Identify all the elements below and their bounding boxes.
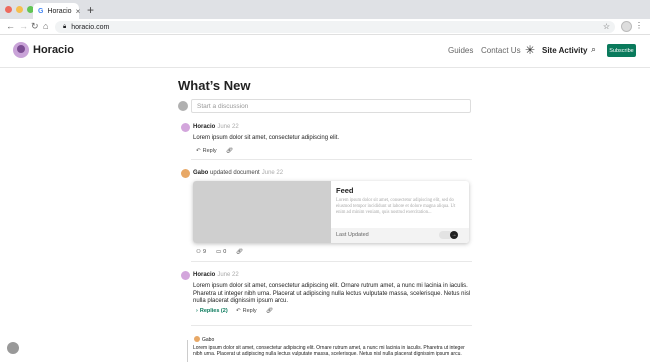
- close-window-button[interactable]: [5, 6, 12, 13]
- chevron-right-icon: ›: [196, 308, 198, 314]
- minimize-window-button[interactable]: [16, 6, 23, 13]
- card-footer: Last Updated →: [331, 228, 469, 243]
- subscribe-button[interactable]: Subscribe: [607, 44, 636, 57]
- page-title: What’s New: [178, 78, 251, 93]
- brand-avatar[interactable]: [13, 42, 29, 58]
- reactions-button[interactable]: ⚇ 9: [196, 249, 206, 255]
- start-discussion-input[interactable]: Start a discussion: [191, 99, 471, 113]
- site-activity-link[interactable]: Site Activity: [542, 46, 588, 55]
- divider: [191, 261, 472, 262]
- divider: [191, 159, 472, 160]
- site-header: Horacio Guides Contact Us ✳ Site Activit…: [0, 35, 650, 68]
- link-icon[interactable]: 🔗︎: [266, 308, 273, 314]
- avatar: [194, 336, 200, 342]
- card-title: Feed: [336, 186, 354, 195]
- avatar: [181, 169, 190, 178]
- reactions-icon: ⚇: [196, 249, 201, 255]
- browser-tab[interactable]: G Horacio ×: [33, 3, 81, 19]
- lock-icon: 🔒︎: [63, 23, 67, 30]
- browser-tab-bar: G Horacio × +: [0, 0, 650, 19]
- post-date: June 22: [217, 124, 239, 130]
- close-tab-icon[interactable]: ×: [76, 7, 81, 16]
- link-icon[interactable]: 🔗︎: [226, 148, 233, 154]
- browser-profile-icon[interactable]: [621, 21, 632, 32]
- reply-icon: ↶: [196, 148, 201, 154]
- browser-menu-icon[interactable]: ⋮: [635, 21, 643, 30]
- link-icon[interactable]: 🔗︎: [236, 249, 243, 255]
- post-date: June 22: [261, 170, 284, 176]
- reply-author[interactable]: Gabo: [202, 337, 214, 343]
- nav-contact-us[interactable]: Contact Us: [481, 46, 521, 55]
- post-author[interactable]: Gabo updated document June 22: [193, 170, 283, 176]
- card-description: Lorem ipsum dolor sit amet, consectetur …: [336, 198, 456, 215]
- reload-icon[interactable]: ↻: [31, 21, 39, 32]
- site-activity-icon[interactable]: ✳: [525, 43, 535, 57]
- address-bar-row: ← → ↻ ⌂ 🔒︎ horacio.com ☆ ⋮: [0, 19, 650, 35]
- post-body: Lorem ipsum dolor sit amet, consectetur …: [193, 135, 340, 141]
- thread-line: [187, 340, 188, 362]
- window-controls: [5, 6, 34, 13]
- post-author[interactable]: Horacio June 22: [193, 272, 239, 278]
- forward-icon[interactable]: →: [19, 21, 28, 31]
- reply-button[interactable]: ↶ Reply: [196, 148, 217, 154]
- nav-guides[interactable]: Guides: [448, 46, 473, 55]
- comments-button[interactable]: ▭ 0: [216, 249, 226, 255]
- tab-favicon-icon: G: [38, 7, 44, 15]
- document-thumbnail: [193, 181, 331, 243]
- post-action: updated document: [210, 170, 260, 176]
- divider: [191, 325, 472, 326]
- document-card[interactable]: Feed Lorem ipsum dolor sit amet, consect…: [193, 181, 469, 243]
- tab-title: Horacio: [47, 7, 72, 15]
- post-author[interactable]: Horacio June 22: [193, 124, 239, 130]
- open-arrow-icon[interactable]: →: [450, 231, 458, 239]
- search-icon[interactable]: ⌕: [591, 44, 596, 55]
- replies-toggle[interactable]: › Replies (2): [196, 308, 228, 314]
- avatar: [181, 123, 190, 132]
- post-date: June 22: [217, 272, 239, 278]
- home-icon[interactable]: ⌂: [43, 21, 48, 31]
- reply-icon: ↶: [236, 308, 241, 314]
- new-tab-icon[interactable]: +: [87, 3, 94, 17]
- current-user-avatar: [178, 101, 188, 111]
- back-icon[interactable]: ←: [6, 21, 15, 31]
- brand-name[interactable]: Horacio: [33, 44, 74, 56]
- url-text: horacio.com: [71, 23, 110, 31]
- url-bar[interactable]: 🔒︎ horacio.com ☆: [55, 21, 615, 33]
- bookmark-star-icon[interactable]: ☆: [603, 22, 610, 31]
- post-body: Lorem ipsum dolor sit amet, consectetur …: [193, 283, 471, 304]
- reply-body: Lorem ipsum dolor sit amet, consectetur …: [193, 345, 465, 357]
- comment-icon: ▭: [216, 249, 222, 255]
- avatar: [181, 271, 190, 280]
- user-avatar-bottom[interactable]: [7, 342, 19, 354]
- reply-button[interactable]: ↶ Reply: [236, 308, 257, 314]
- last-updated-label: Last Updated: [336, 232, 369, 238]
